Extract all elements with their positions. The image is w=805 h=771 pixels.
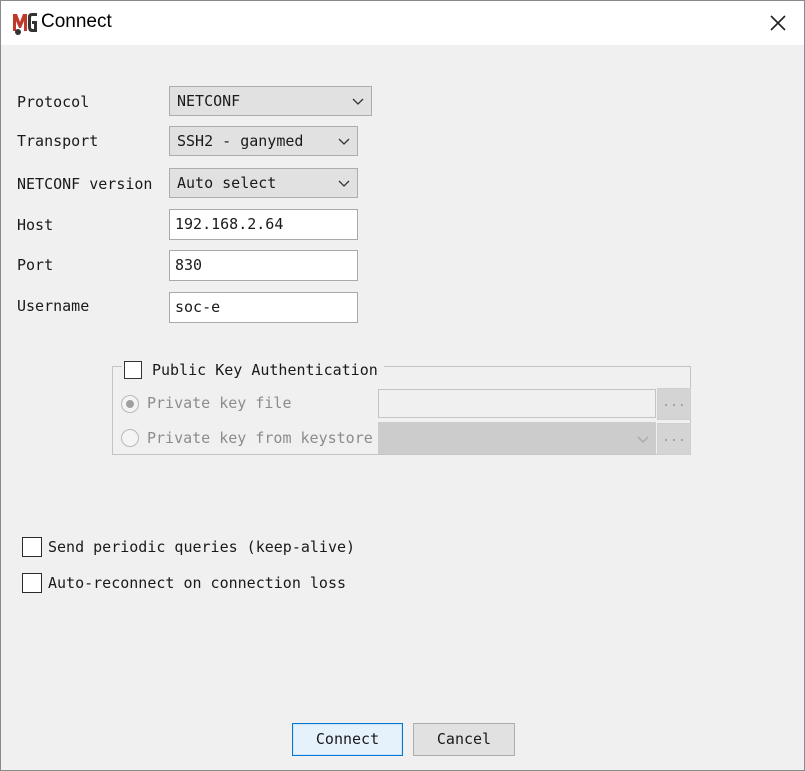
username-input[interactable]: soc-e xyxy=(169,292,358,323)
protocol-label: Protocol xyxy=(17,93,90,111)
host-input[interactable]: 192.168.2.64 xyxy=(169,209,358,240)
private-key-file-input[interactable] xyxy=(378,389,656,418)
chevron-down-icon xyxy=(338,138,350,145)
chevron-down-icon xyxy=(338,180,350,187)
reconnect-label: Auto-reconnect on connection loss xyxy=(48,574,347,592)
transport-select[interactable]: SSH2 - ganymed xyxy=(169,126,358,156)
browse-keystore-button[interactable]: ... xyxy=(657,423,691,455)
app-logo-icon xyxy=(12,11,38,35)
username-label: Username xyxy=(17,297,90,315)
cancel-button[interactable]: Cancel xyxy=(413,723,515,756)
close-icon xyxy=(770,15,786,31)
reconnect-checkbox[interactable] xyxy=(22,573,42,593)
protocol-value: NETCONF xyxy=(177,92,241,110)
private-key-file-label: Private key file xyxy=(147,394,292,412)
private-key-keystore-label: Private key from keystore xyxy=(147,429,373,447)
close-button[interactable] xyxy=(752,1,804,45)
connect-button[interactable]: Connect xyxy=(292,723,403,756)
reconnect-option[interactable]: Auto-reconnect on connection loss xyxy=(22,573,346,593)
window-title: Connect xyxy=(41,11,112,32)
port-label: Port xyxy=(17,256,54,274)
chevron-down-icon xyxy=(352,98,364,105)
title-bar: Connect xyxy=(1,1,804,45)
transport-value: SSH2 - ganymed xyxy=(177,132,304,150)
keepalive-label: Send periodic queries (keep-alive) xyxy=(48,538,356,556)
transport-label: Transport xyxy=(17,132,99,150)
netconf-version-label: NETCONF version xyxy=(17,175,153,193)
netconf-version-value: Auto select xyxy=(177,174,277,192)
keepalive-checkbox[interactable] xyxy=(22,537,42,557)
host-label: Host xyxy=(17,216,54,234)
netconf-version-select[interactable]: Auto select xyxy=(169,168,358,198)
connect-dialog: Connect Protocol NETCONF Transport SSH2 … xyxy=(0,0,805,771)
browse-file-button[interactable]: ... xyxy=(657,388,691,420)
radio-dot xyxy=(126,400,134,408)
public-key-checkbox-row[interactable]: Public Key Authentication xyxy=(122,358,384,382)
private-key-file-radio[interactable] xyxy=(121,395,139,413)
public-key-label: Public Key Authentication xyxy=(152,361,378,379)
protocol-select[interactable]: NETCONF xyxy=(169,86,372,116)
chevron-down-icon xyxy=(637,436,649,443)
keystore-select[interactable] xyxy=(378,422,656,454)
private-key-keystore-radio[interactable] xyxy=(121,429,139,447)
public-key-checkbox[interactable] xyxy=(124,361,142,379)
port-input[interactable]: 830 xyxy=(169,250,358,281)
keepalive-option[interactable]: Send periodic queries (keep-alive) xyxy=(22,537,355,557)
